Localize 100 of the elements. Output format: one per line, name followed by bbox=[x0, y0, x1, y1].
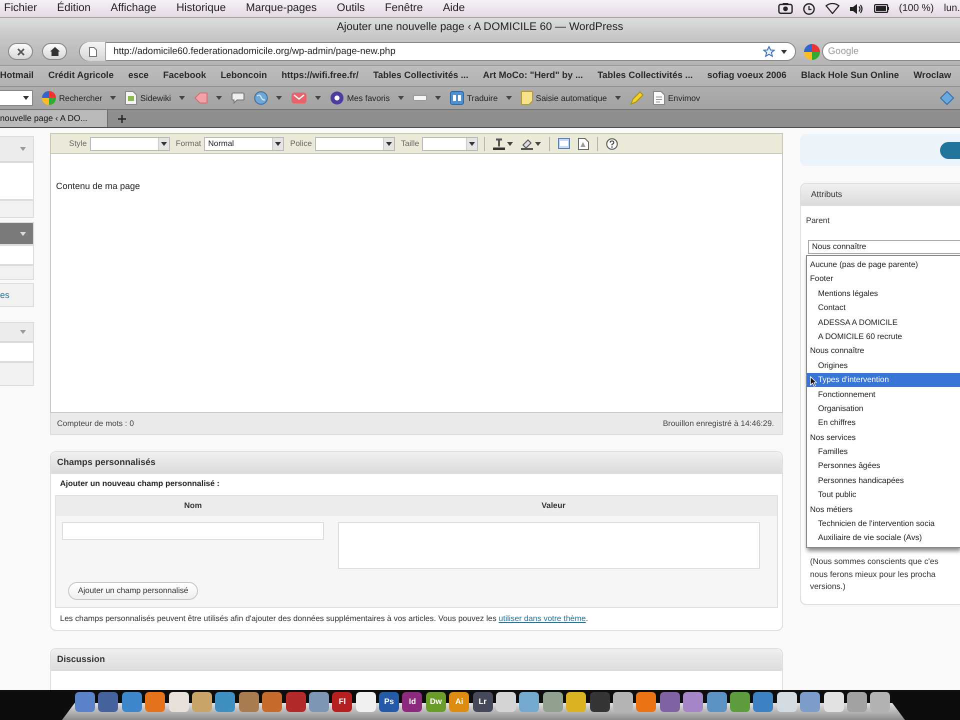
dropdown-option[interactable]: Nos services bbox=[807, 430, 960, 445]
app-icon[interactable] bbox=[122, 692, 142, 712]
browser-tab[interactable]: nouvelle page ‹ A DO... bbox=[0, 110, 108, 127]
menu-item[interactable]: Marque-pages bbox=[246, 2, 317, 16]
chat-bubble-icon[interactable] bbox=[231, 92, 246, 104]
bookmark-link[interactable]: Black Hole Sun Online bbox=[800, 70, 899, 82]
toolbar-button[interactable]: Saisie automatique bbox=[536, 92, 607, 104]
menu-item[interactable]: Affichage bbox=[110, 2, 156, 16]
menu-item[interactable]: Fichier bbox=[4, 2, 38, 16]
toolbar-button[interactable]: Sidewiki bbox=[140, 92, 172, 104]
bookmark-link[interactable]: Hotmail bbox=[0, 70, 34, 82]
bookmark-link[interactable]: Art MoCo: "Herd" by ... bbox=[482, 70, 583, 82]
sidebar-header[interactable] bbox=[0, 222, 34, 245]
caret-icon[interactable] bbox=[535, 142, 542, 146]
select-field[interactable] bbox=[90, 136, 170, 150]
help-icon[interactable] bbox=[606, 138, 618, 150]
address-bar[interactable]: http://adomicile60.federationadomicile.org/wp-admin/page-new.php bbox=[79, 42, 796, 61]
toolbar-button[interactable]: Envimov bbox=[668, 92, 700, 104]
app-icon[interactable] bbox=[846, 692, 867, 712]
menu-item[interactable]: Historique bbox=[176, 2, 226, 16]
pinwheel-icon[interactable] bbox=[42, 91, 56, 105]
menu-item[interactable]: Aide bbox=[442, 2, 465, 16]
caret-icon[interactable] bbox=[781, 50, 788, 54]
bookmark-link[interactable]: esce bbox=[128, 70, 149, 82]
dropdown-option[interactable]: Personnes handicapées bbox=[807, 473, 960, 488]
caret-icon[interactable] bbox=[469, 142, 476, 146]
app-icon[interactable] bbox=[496, 692, 516, 712]
menu-item[interactable]: Édition bbox=[57, 2, 91, 16]
dropdown-option[interactable]: Technicien de l'intervention socia bbox=[807, 516, 960, 532]
app-icon[interactable] bbox=[590, 692, 610, 712]
app-icon[interactable] bbox=[870, 692, 890, 712]
clock-text[interactable]: lun. bbox=[944, 2, 960, 14]
eraser-icon[interactable] bbox=[521, 138, 534, 150]
panel-header[interactable]: Champs personnalisés bbox=[51, 452, 782, 474]
editor-area[interactable]: Contenu de ma page bbox=[50, 154, 783, 413]
dropdown-option[interactable]: Mentions légales bbox=[807, 286, 960, 301]
app-icon[interactable] bbox=[776, 692, 797, 712]
app-icon[interactable] bbox=[824, 692, 844, 712]
app-icon[interactable]: Fl bbox=[332, 692, 352, 712]
dropdown-option[interactable]: Personnes âgées bbox=[807, 459, 960, 474]
app-icon[interactable] bbox=[683, 692, 704, 712]
dropdown-option[interactable]: Nos métiers bbox=[807, 502, 960, 517]
app-icon[interactable] bbox=[192, 692, 212, 712]
app-icon[interactable] bbox=[145, 692, 166, 712]
app-icon[interactable]: Ps bbox=[379, 692, 400, 712]
document-icon[interactable] bbox=[578, 138, 590, 150]
bar-icon[interactable] bbox=[412, 95, 427, 101]
app-icon[interactable] bbox=[308, 692, 329, 712]
select-field[interactable]: Normal bbox=[204, 136, 284, 150]
stop-button[interactable] bbox=[8, 43, 34, 60]
app-icon[interactable] bbox=[262, 692, 282, 712]
caret-icon[interactable] bbox=[275, 142, 282, 146]
dropdown-option[interactable]: Tout public bbox=[807, 488, 960, 502]
dropdown-option[interactable]: Organisation bbox=[807, 402, 960, 416]
ring-icon[interactable] bbox=[330, 91, 344, 105]
app-icon[interactable] bbox=[706, 692, 727, 712]
app-icon[interactable] bbox=[542, 692, 563, 712]
bookmark-link[interactable]: https://wifi.free.fr/ bbox=[282, 70, 359, 82]
menu-item[interactable]: Fenêtre bbox=[384, 2, 423, 16]
publish-button[interactable] bbox=[940, 142, 960, 158]
dropdown-option[interactable]: Contact bbox=[807, 300, 960, 316]
toolbar-search-field[interactable] bbox=[0, 90, 33, 106]
bookmark-link[interactable]: Facebook bbox=[163, 70, 206, 82]
help-link[interactable]: utiliser dans votre thème bbox=[498, 614, 586, 623]
bookmark-link[interactable]: Leboncoin bbox=[220, 70, 268, 82]
clock-icon[interactable] bbox=[802, 2, 815, 14]
document-icon[interactable] bbox=[652, 91, 665, 105]
add-field-button[interactable]: Ajouter un champ personnalisé bbox=[68, 582, 198, 600]
app-icon[interactable] bbox=[566, 692, 586, 712]
dropdown-option[interactable]: Types d'intervention bbox=[807, 372, 960, 388]
dropdown-option[interactable]: Nous connaître bbox=[807, 344, 960, 358]
tile-icon[interactable] bbox=[450, 91, 464, 105]
caret-icon[interactable] bbox=[507, 142, 514, 146]
app-icon[interactable] bbox=[98, 692, 118, 712]
app-icon[interactable] bbox=[238, 692, 259, 712]
parent-select[interactable]: Nous connaître bbox=[808, 240, 960, 254]
text-color-icon[interactable] bbox=[493, 138, 506, 150]
bookmark-link[interactable]: Tables Collectivités ... bbox=[373, 70, 468, 82]
app-icon[interactable] bbox=[612, 692, 633, 712]
dropdown-option[interactable]: Aucune (pas de page parente) bbox=[807, 258, 960, 272]
page-icon[interactable] bbox=[88, 46, 97, 56]
dropdown-option[interactable]: Fonctionnement bbox=[807, 387, 960, 402]
dropdown-option[interactable]: Familles bbox=[807, 444, 960, 460]
menu-item[interactable]: Outils bbox=[336, 2, 365, 16]
name-field[interactable] bbox=[62, 522, 324, 540]
envelope-icon[interactable] bbox=[291, 92, 308, 104]
address-field[interactable]: http://adomicile60.federationadomicile.org/wp-admin/page-new.php bbox=[110, 46, 764, 58]
bookmark-link[interactable]: sofiag voeux 2006 bbox=[707, 70, 786, 82]
search-field[interactable]: Google bbox=[822, 42, 960, 61]
select-field[interactable] bbox=[422, 136, 478, 150]
dropdown-option[interactable]: En chiffres bbox=[807, 416, 960, 430]
dropdown-option[interactable]: Origines bbox=[807, 358, 960, 373]
toolbar-button[interactable]: Mes favoris bbox=[347, 92, 390, 104]
bookmark-link[interactable]: Crédit Agricole bbox=[48, 70, 114, 82]
dropdown-option[interactable]: Footer bbox=[807, 272, 960, 286]
app-icon[interactable]: Lr bbox=[472, 692, 493, 712]
app-icon[interactable] bbox=[168, 692, 189, 712]
wifi-icon[interactable] bbox=[824, 3, 840, 14]
app-icon[interactable] bbox=[753, 692, 774, 712]
sidebar-link[interactable]: es bbox=[0, 290, 10, 300]
